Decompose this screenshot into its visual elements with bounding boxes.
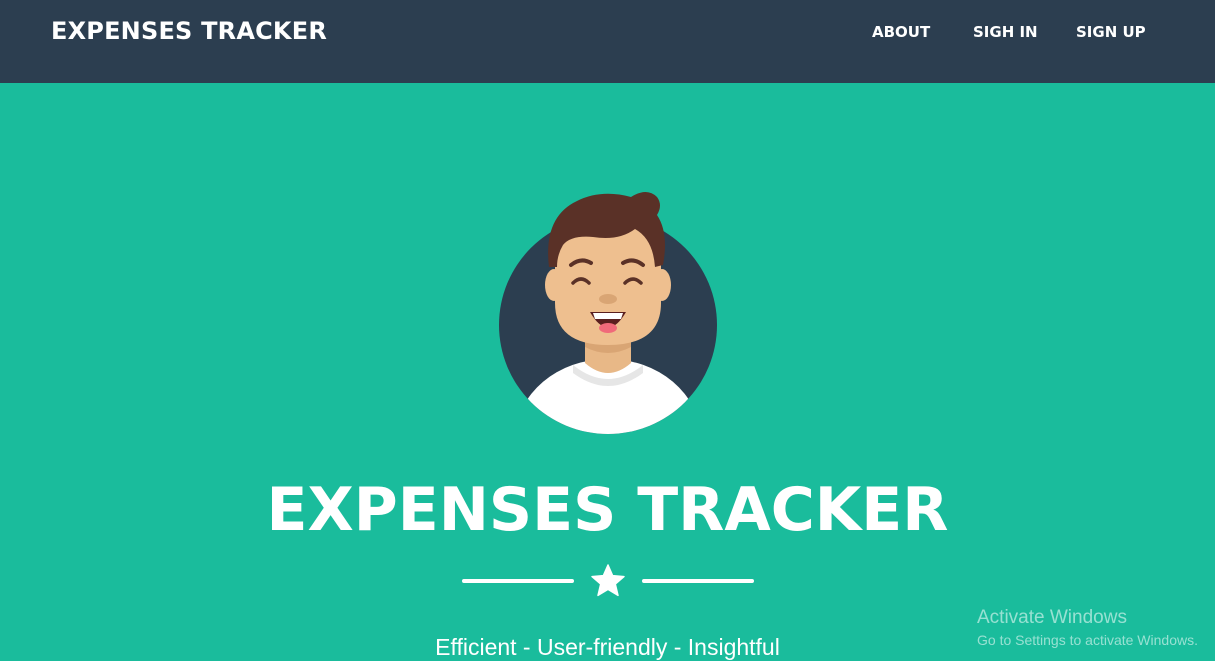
nav-link-about[interactable]: ABOUT [872,22,930,42]
star-icon [591,564,625,597]
navbar-brand[interactable]: EXPENSES TRACKER [51,15,327,47]
activate-windows-subtitle: Go to Settings to activate Windows. [977,632,1198,648]
divider-line-right [642,579,754,583]
navbar: EXPENSES TRACKER ABOUT SIGH IN SIGN UP [0,0,1215,83]
hero-title: EXPENSES TRACKER [266,475,949,545]
activate-windows-title: Activate Windows [977,607,1127,628]
masthead: EXPENSES TRACKER Efficient - User-friend… [0,83,1215,661]
divider-line-left [462,579,574,583]
avatar-icon [499,192,717,434]
nav-link-sign-in[interactable]: SIGH IN [973,22,1038,42]
nav-link-sign-up[interactable]: SIGN UP [1076,22,1146,42]
